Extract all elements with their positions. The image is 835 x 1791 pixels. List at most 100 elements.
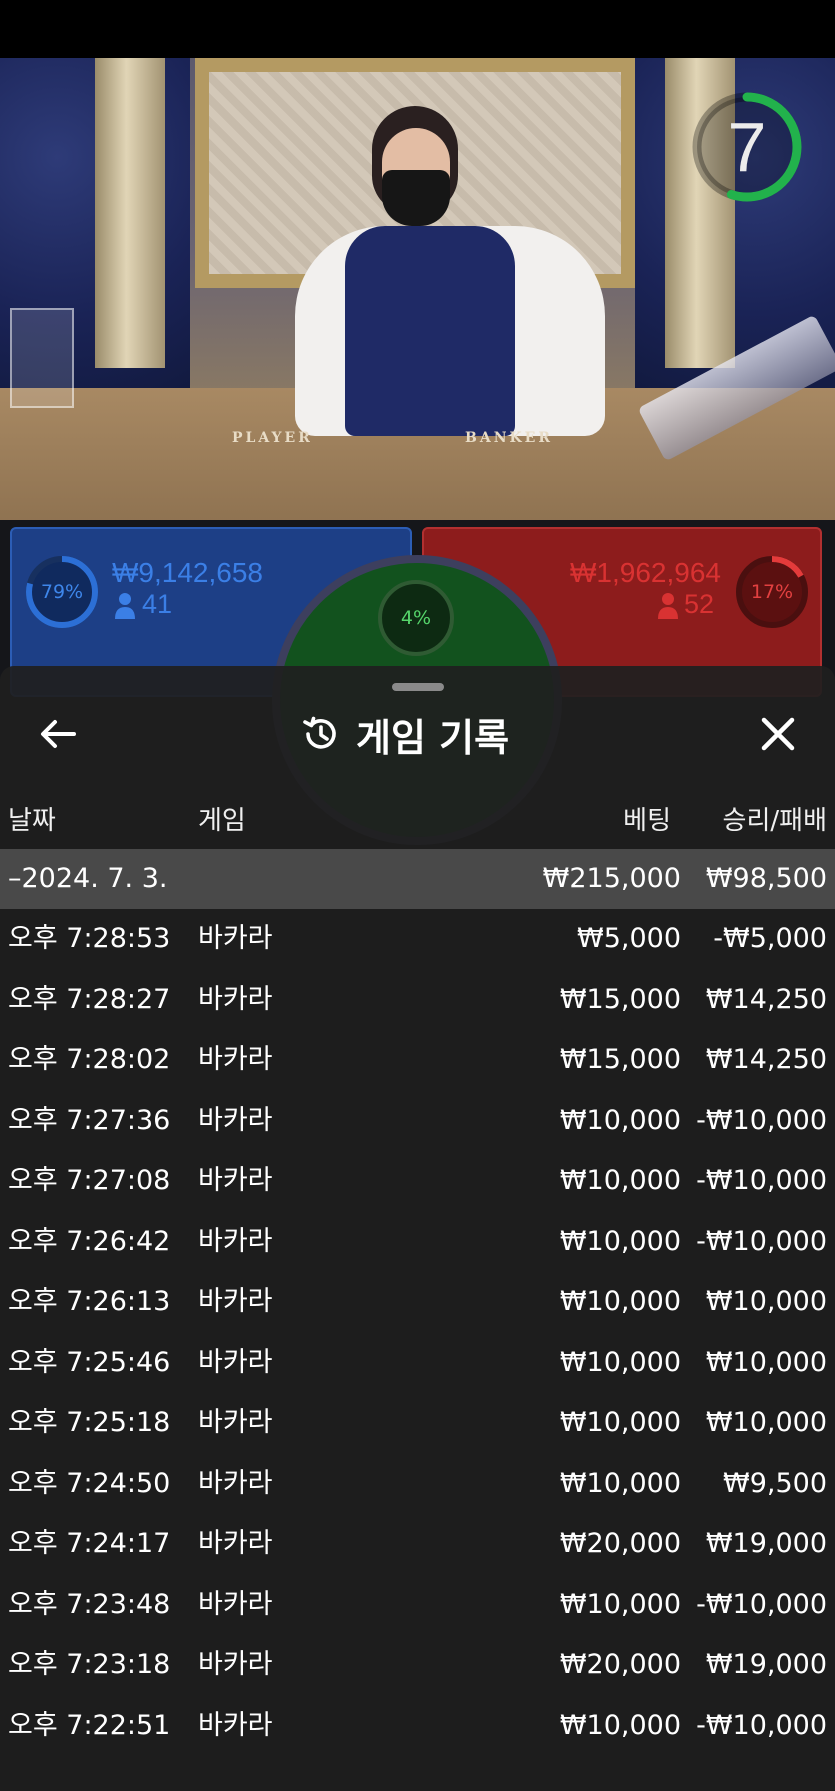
table-label-player: PLAYER <box>232 430 313 446</box>
status-bar <box>0 0 835 58</box>
row-time: 오후 7:25:18 <box>8 1407 171 1438</box>
history-row[interactable]: 오후 7:28:02 바카라 ₩15,000 ₩14,250 <box>0 1030 835 1090</box>
player-percent: 79% <box>40 581 84 603</box>
row-result: -₩10,000 <box>696 1225 827 1257</box>
row-game: 바카라 <box>198 1104 273 1136</box>
row-bet: ₩15,000 <box>559 1044 681 1075</box>
row-result: ₩14,250 <box>705 983 827 1015</box>
row-result: ₩9,500 <box>723 1467 827 1499</box>
row-time: 오후 7:23:18 <box>8 1649 171 1680</box>
row-bet: ₩10,000 <box>559 1104 681 1136</box>
player-bet-total: ₩9,142,658 <box>112 557 263 588</box>
row-bet: ₩15,000 <box>559 983 681 1015</box>
history-row[interactable]: 오후 7:25:46 바카라 ₩10,000 ₩10,000 <box>0 1333 835 1393</box>
banker-bet-total: ₩1,962,964 <box>570 557 721 588</box>
close-icon <box>761 717 795 751</box>
row-bet: ₩10,000 <box>559 1709 681 1741</box>
arrow-left-icon <box>41 720 76 748</box>
close-button[interactable] <box>750 706 806 762</box>
countdown-timer-value: 7 <box>727 108 767 186</box>
row-result: ₩10,000 <box>705 1407 827 1438</box>
row-result: ₩19,000 <box>705 1528 827 1559</box>
row-result: -₩5,000 <box>713 923 827 954</box>
row-game: 바카라 <box>198 1407 273 1438</box>
row-game: 바카라 <box>198 1709 273 1741</box>
column-header-bet: 베팅 <box>623 806 671 836</box>
row-result: -₩10,000 <box>696 1165 827 1196</box>
history-row[interactable]: 오후 7:28:53 바카라 ₩5,000 -₩5,000 <box>0 909 835 969</box>
column-header-result: 승리/패배 <box>722 806 827 836</box>
history-row[interactable]: 오후 7:23:48 바카라 ₩10,000 -₩10,000 <box>0 1575 835 1635</box>
row-game: 바카라 <box>198 1467 273 1499</box>
row-result: ₩19,000 <box>705 1649 827 1680</box>
row-time: 오후 7:28:27 <box>8 983 171 1015</box>
history-row[interactable]: 오후 7:23:18 바카라 ₩20,000 ₩19,000 <box>0 1635 835 1695</box>
column-header-game: 게임 <box>198 806 246 836</box>
card-discard-tray <box>10 308 74 408</box>
row-game: 바카라 <box>198 1528 273 1559</box>
history-row[interactable]: 오후 7:26:42 바카라 ₩10,000 -₩10,000 <box>0 1212 835 1272</box>
row-bet: ₩10,000 <box>559 1467 681 1499</box>
dealer-mask <box>382 170 450 226</box>
history-icon <box>303 716 336 749</box>
date-group-date: –2024. 7. 3. <box>8 863 168 894</box>
table-label-banker: BANKER <box>465 430 553 446</box>
row-time: 오후 7:24:17 <box>8 1528 171 1559</box>
row-time: 오후 7:23:48 <box>8 1588 171 1620</box>
banker-count: 52 <box>684 589 715 619</box>
row-bet: ₩10,000 <box>559 1346 681 1378</box>
row-game: 바카라 <box>198 1225 273 1257</box>
row-game: 바카라 <box>198 923 273 954</box>
history-row[interactable]: 오후 7:22:51 바카라 ₩10,000 -₩10,000 <box>0 1696 835 1756</box>
column-header-date: 날짜 <box>8 806 56 836</box>
row-game: 바카라 <box>198 1346 273 1378</box>
history-row[interactable]: 오후 7:24:50 바카라 ₩10,000 ₩9,500 <box>0 1454 835 1514</box>
row-time: 오후 7:27:36 <box>8 1104 171 1136</box>
row-result: -₩10,000 <box>696 1709 827 1741</box>
row-time: 오후 7:24:50 <box>8 1467 171 1499</box>
row-game: 바카라 <box>198 1649 273 1680</box>
row-game: 바카라 <box>198 983 273 1015</box>
banker-percent: 17% <box>750 581 794 603</box>
row-bet: ₩10,000 <box>559 1407 681 1438</box>
row-bet: ₩20,000 <box>559 1649 681 1680</box>
history-row[interactable]: 오후 7:27:36 바카라 ₩10,000 -₩10,000 <box>0 1091 835 1151</box>
row-bet: ₩10,000 <box>559 1225 681 1257</box>
row-time: 오후 7:27:08 <box>8 1165 171 1196</box>
row-time: 오후 7:28:02 <box>8 1044 171 1075</box>
row-time: 오후 7:26:13 <box>8 1286 171 1317</box>
date-group-bet-total: ₩215,000 <box>542 863 681 894</box>
row-bet: ₩5,000 <box>577 923 681 954</box>
history-row[interactable]: 오후 7:26:13 바카라 ₩10,000 ₩10,000 <box>0 1272 835 1332</box>
banker-count-icon <box>657 592 679 620</box>
panel-title: 게임 기록 <box>356 715 510 760</box>
row-time: 오후 7:26:42 <box>8 1225 171 1257</box>
history-row[interactable]: 오후 7:27:08 바카라 ₩10,000 -₩10,000 <box>0 1151 835 1211</box>
row-result: ₩10,000 <box>705 1286 827 1317</box>
player-count-icon <box>114 592 136 620</box>
pillar-left <box>95 58 165 368</box>
row-result: ₩10,000 <box>705 1346 827 1378</box>
row-time: 오후 7:25:46 <box>8 1346 171 1378</box>
row-time: 오후 7:22:51 <box>8 1709 171 1741</box>
row-bet: ₩20,000 <box>559 1528 681 1559</box>
row-time: 오후 7:28:53 <box>8 923 171 954</box>
row-bet: ₩10,000 <box>559 1588 681 1620</box>
row-game: 바카라 <box>198 1286 273 1317</box>
row-result: ₩14,250 <box>705 1044 827 1075</box>
drag-handle[interactable] <box>392 683 444 691</box>
date-group-result-total: ₩98,500 <box>705 863 827 894</box>
row-result: -₩10,000 <box>696 1104 827 1136</box>
panel-header: 게임 기록 <box>300 706 509 762</box>
history-row[interactable]: 오후 7:28:27 바카라 ₩15,000 ₩14,250 <box>0 970 835 1030</box>
dealer-vest <box>345 226 515 436</box>
row-game: 바카라 <box>198 1165 273 1196</box>
row-result: -₩10,000 <box>696 1588 827 1620</box>
row-game: 바카라 <box>198 1588 273 1620</box>
history-row[interactable]: 오후 7:25:18 바카라 ₩10,000 ₩10,000 <box>0 1393 835 1453</box>
back-button[interactable] <box>30 706 86 762</box>
row-bet: ₩10,000 <box>559 1165 681 1196</box>
player-count: 41 <box>142 589 173 619</box>
history-row[interactable]: 오후 7:24:17 바카라 ₩20,000 ₩19,000 <box>0 1514 835 1574</box>
date-group-row[interactable]: –2024. 7. 3. ₩215,000 ₩98,500 <box>0 849 835 909</box>
